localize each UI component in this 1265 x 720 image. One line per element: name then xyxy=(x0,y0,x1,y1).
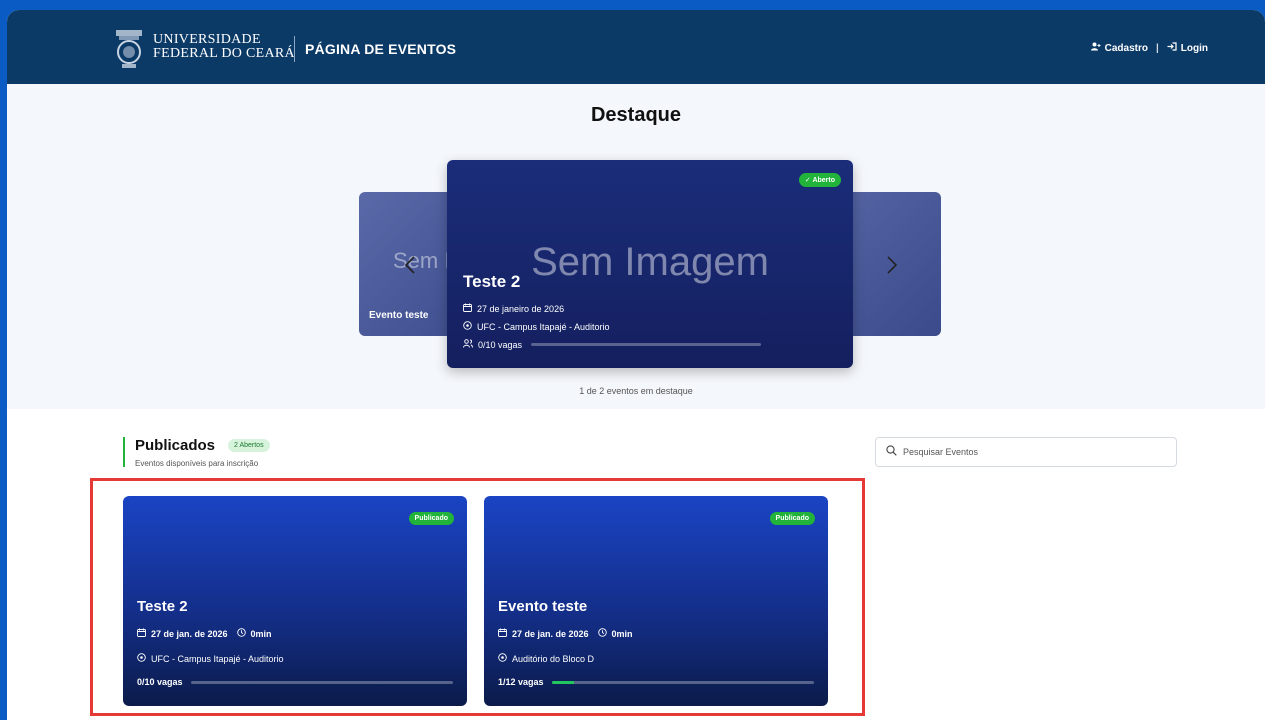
header-divider xyxy=(294,36,295,62)
search-field[interactable] xyxy=(875,437,1177,467)
signup-label: Cadastro xyxy=(1104,42,1148,54)
event-vagas: 0/10 vagas xyxy=(137,677,183,687)
event-location: UFC - Campus Itapajé - Auditorio xyxy=(477,321,610,332)
carousel-prev-button[interactable] xyxy=(401,254,419,276)
map-pin-icon xyxy=(137,653,146,664)
event-vagas: 0/10 vagas xyxy=(478,339,523,350)
login-label: Login xyxy=(1180,42,1208,54)
university-name[interactable]: UNIVERSIDADE FEDERAL DO CEARÁ xyxy=(153,33,295,61)
university-name-line1: UNIVERSIDADE xyxy=(153,32,261,47)
clock-icon xyxy=(236,628,246,639)
event-title: Evento teste xyxy=(498,598,588,615)
event-date-row: 27 de jan. de 2026 0min xyxy=(137,628,272,639)
event-vagas-row: 0/10 vagas xyxy=(137,677,183,687)
published-subtitle: Eventos disponíveis para inscrição xyxy=(135,459,259,468)
user-plus-icon xyxy=(1090,42,1101,54)
users-icon xyxy=(463,339,473,350)
vagas-progress-bar xyxy=(552,681,814,684)
login-link[interactable]: Login xyxy=(1167,42,1208,54)
event-vagas: 1/12 vagas xyxy=(498,677,544,687)
carousel-counter: 1 de 2 eventos em destaque xyxy=(579,386,693,396)
search-input[interactable] xyxy=(903,447,1153,457)
event-date: 27 de jan. de 2026 xyxy=(512,628,589,639)
open-count-badge: 2 Abertos xyxy=(228,439,270,452)
highlight-section: Destaque Sem I Evento teste agem Sem Ima… xyxy=(7,84,1265,409)
event-location-row: Auditório do Bloco D xyxy=(498,653,594,664)
event-title: Teste 2 xyxy=(137,598,188,615)
top-navbar: UNIVERSIDADE FEDERAL DO CEARÁ PÁGINA DE … xyxy=(7,10,1265,84)
event-vagas-row: 0/10 vagas xyxy=(463,339,522,350)
event-date-row: 27 de jan. de 2026 0min xyxy=(498,628,633,639)
event-duration: 0min xyxy=(611,628,633,639)
calendar-icon xyxy=(137,628,146,639)
event-date: 27 de janeiro de 2026 xyxy=(477,303,565,314)
clock-icon xyxy=(597,628,607,639)
page-label: PÁGINA DE EVENTOS xyxy=(305,41,457,57)
event-location-row: UFC - Campus Itapajé - Auditorio xyxy=(463,321,610,332)
calendar-icon xyxy=(463,303,472,314)
status-badge: Publicado xyxy=(408,512,454,525)
vagas-progress-bar xyxy=(191,681,453,684)
section-accent-bar xyxy=(123,437,125,467)
calendar-icon xyxy=(498,628,507,639)
nav-separator: | xyxy=(1155,42,1159,54)
carousel-card-active[interactable]: Sem Imagem ✓ Aberto Teste 2 27 de janeir… xyxy=(447,160,853,368)
published-title: Publicados xyxy=(135,437,216,454)
event-vagas-row: 1/12 vagas xyxy=(498,677,544,687)
status-badge: ✓ Aberto xyxy=(798,173,841,187)
highlight-title: Destaque xyxy=(590,104,682,126)
signup-link[interactable]: Cadastro xyxy=(1090,42,1148,54)
map-pin-icon xyxy=(498,653,507,664)
status-badge: Publicado xyxy=(769,512,815,525)
event-card[interactable]: Publicado Evento teste 27 de jan. de 202… xyxy=(484,496,828,706)
chevron-left-icon xyxy=(404,256,415,274)
vagas-progress-bar xyxy=(531,343,761,346)
login-icon xyxy=(1167,42,1177,54)
vagas-progress-fill xyxy=(552,681,574,684)
event-date: 27 de jan. de 2026 xyxy=(151,628,228,639)
carousel-card-title: Evento teste xyxy=(369,310,429,321)
chevron-right-icon xyxy=(887,256,898,274)
carousel-card-title: Teste 2 xyxy=(463,272,521,291)
university-crest-icon[interactable] xyxy=(111,26,147,72)
event-location-row: UFC - Campus Itapajé - Auditorio xyxy=(137,653,284,664)
app-window: UNIVERSIDADE FEDERAL DO CEARÁ PÁGINA DE … xyxy=(7,10,1265,720)
event-date-row: 27 de janeiro de 2026 xyxy=(463,303,564,314)
carousel-next-button[interactable] xyxy=(883,254,901,276)
event-duration: 0min xyxy=(250,628,272,639)
event-location: Auditório do Bloco D xyxy=(512,653,595,664)
search-icon xyxy=(886,443,897,461)
university-name-line2: FEDERAL DO CEARÁ xyxy=(153,46,295,61)
map-pin-icon xyxy=(463,321,472,332)
auth-nav: Cadastro | Login xyxy=(1090,42,1208,54)
event-card[interactable]: Publicado Teste 2 27 de jan. de 2026 0mi… xyxy=(123,496,467,706)
event-location: UFC - Campus Itapajé - Auditorio xyxy=(151,653,284,664)
